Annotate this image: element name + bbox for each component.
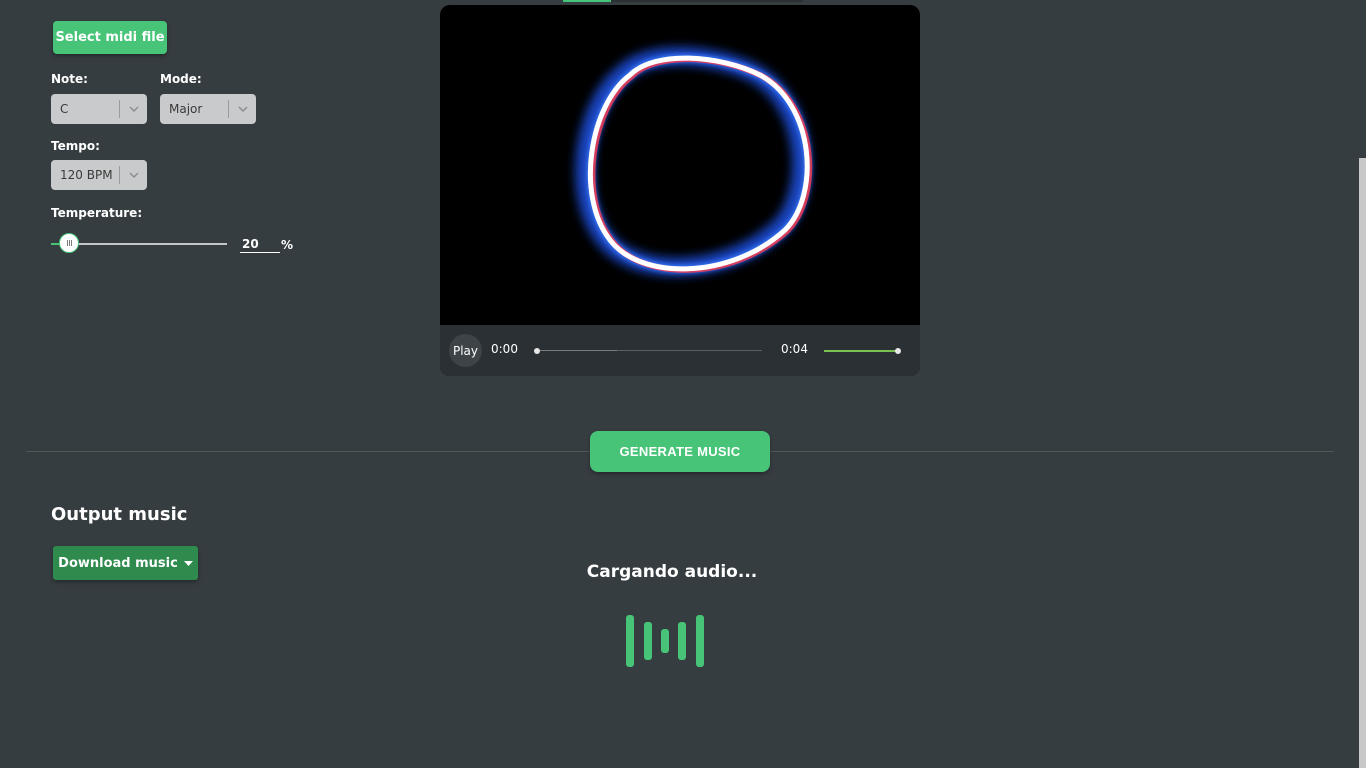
- page-scrollbar[interactable]: [1359, 158, 1366, 768]
- output-title: Output music: [51, 504, 188, 525]
- seek-handle[interactable]: [534, 348, 540, 354]
- chevron-down-icon: [229, 106, 256, 112]
- video-player[interactable]: Play 0:00 0:04: [440, 5, 920, 376]
- duration-time: 0:04: [781, 342, 808, 356]
- tempo-label: Tempo:: [51, 139, 100, 153]
- top-tab-bar: [563, 0, 803, 2]
- visualizer-canvas: [575, 47, 813, 276]
- play-button[interactable]: Play: [449, 334, 482, 367]
- temperature-label: Temperature:: [51, 206, 143, 220]
- note-label: Note:: [51, 72, 88, 86]
- loading-text: Cargando audio...: [586, 562, 758, 582]
- temperature-unit: %: [281, 238, 294, 252]
- caret-down-icon: [183, 560, 193, 566]
- video-controls: Play 0:00 0:04: [440, 325, 920, 376]
- note-select[interactable]: C: [51, 94, 147, 124]
- tempo-select-value: 120 BPM: [60, 168, 113, 182]
- temperature-input[interactable]: [240, 236, 280, 253]
- loading-bars-icon: [626, 614, 706, 668]
- active-tab-indicator: [563, 0, 611, 2]
- tempo-select[interactable]: 120 BPM: [51, 160, 147, 190]
- volume-slider[interactable]: [824, 350, 898, 352]
- note-select-value: C: [60, 102, 69, 116]
- visualizer-ring: [575, 47, 813, 276]
- temperature-slider-thumb[interactable]: [59, 233, 79, 253]
- select-midi-file-button[interactable]: Select midi file: [53, 21, 167, 54]
- download-music-button[interactable]: Download music: [53, 546, 198, 580]
- chevron-down-icon: [120, 106, 147, 112]
- mode-select-value: Major: [169, 102, 203, 116]
- mode-select[interactable]: Major: [160, 94, 256, 124]
- download-music-label: Download music: [58, 555, 178, 571]
- mode-label: Mode:: [160, 72, 202, 86]
- generate-music-button[interactable]: GENERATE MUSIC: [590, 431, 770, 472]
- current-time: 0:00: [491, 342, 518, 356]
- chevron-down-icon: [120, 172, 147, 178]
- seek-buffer: [537, 350, 617, 351]
- volume-handle[interactable]: [895, 348, 901, 354]
